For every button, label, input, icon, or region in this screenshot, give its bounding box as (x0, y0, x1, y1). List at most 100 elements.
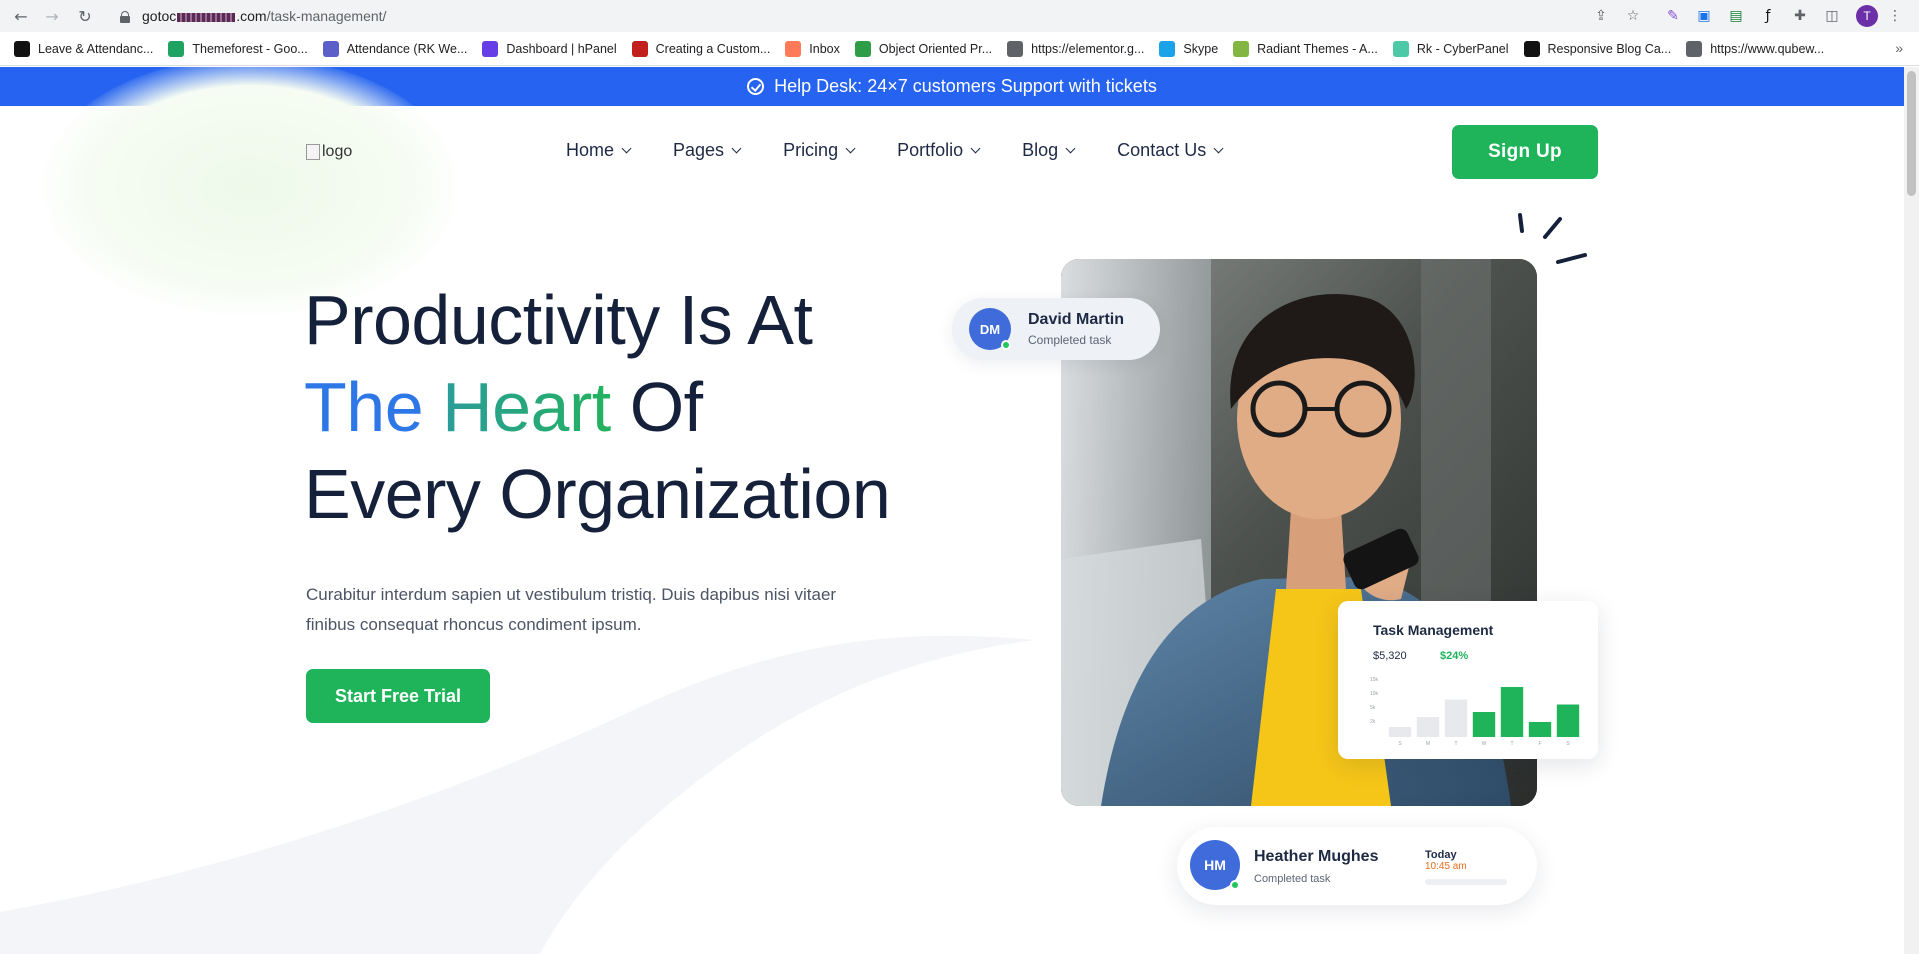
user-card-heather: HM Heather Mughes Completed task Today 1… (1177, 827, 1537, 905)
scrollbar-thumb[interactable] (1907, 71, 1916, 196)
activity-day: Today (1425, 849, 1457, 861)
nav-item-blog[interactable]: Blog (1022, 140, 1076, 161)
extension-feather-icon[interactable]: ✎ (1664, 7, 1682, 25)
hero-highlight-heart: Heart (442, 368, 611, 446)
bookmark-label: Skype (1183, 41, 1219, 56)
chart-bar (1388, 727, 1412, 737)
bookmark-label: Rk - CyberPanel (1416, 41, 1509, 56)
hero-highlight-the: The (304, 368, 424, 446)
bookmark-label: Responsive Blog Ca... (1547, 41, 1672, 56)
bookmark-item[interactable]: https://www.qubew... (1686, 40, 1825, 57)
chevron-down-icon (1065, 143, 1076, 154)
leaf-icon (854, 40, 871, 57)
chart-bar (1556, 704, 1580, 737)
bookmark-label: https://www.qubew... (1710, 41, 1825, 56)
chart-xtick-label: S (1566, 741, 1570, 747)
bookmarks-bar: Leave & Attendanc... Themeforest - Goo...… (0, 32, 1919, 66)
bookmark-item[interactable]: Inbox (785, 40, 840, 57)
bookmarks-overflow-icon[interactable]: » (1895, 40, 1903, 56)
start-free-trial-button[interactable]: Start Free Trial (306, 669, 490, 723)
logo-alt-text: logo (322, 143, 353, 160)
forward-icon[interactable]: → (41, 5, 63, 27)
lock-icon (120, 10, 130, 23)
hubspot-icon (785, 40, 802, 57)
chart-xtick-label: F (1538, 741, 1541, 747)
page-viewport: Help Desk: 24×7 customers Support with t… (0, 67, 1904, 954)
avatar: HM (1190, 840, 1240, 890)
bookmark-item[interactable]: Creating a Custom... (631, 40, 771, 57)
site-logo[interactable]: logo (306, 143, 352, 161)
bookmark-item[interactable]: https://elementor.g... (1007, 40, 1145, 57)
hero-title-line-2: The Heart Of (304, 364, 890, 451)
chart-xtick-label: T (1510, 741, 1513, 747)
chart-bar (1472, 712, 1496, 737)
nav-item-portfolio[interactable]: Portfolio (897, 140, 981, 161)
task-card-title: Task Management (1373, 622, 1494, 638)
profile-avatar[interactable]: T (1856, 5, 1878, 27)
nav-item-label: Pages (673, 140, 725, 160)
bookmark-label: Creating a Custom... (655, 41, 771, 56)
bookmark-item[interactable]: Responsive Blog Ca... (1523, 40, 1672, 57)
chart-xtick-label: S (1398, 741, 1402, 747)
background-wave (0, 635, 1035, 954)
nav-item-contact-us[interactable]: Contact Us (1117, 140, 1224, 161)
bookmark-item[interactable]: Themeforest - Goo... (168, 40, 308, 57)
chart-bar (1444, 699, 1468, 737)
chart-bar (1528, 722, 1552, 737)
chart-ytick-label: 2k (1370, 719, 1376, 725)
user-name: Heather Mughes (1254, 848, 1379, 865)
skype-icon (1159, 40, 1176, 57)
hero-title-line-3: Every Organization (304, 455, 891, 533)
nav-item-pricing[interactable]: Pricing (783, 140, 856, 161)
bookmark-item[interactable]: Leave & Attendanc... (14, 40, 154, 57)
user-name: David Martin (1028, 311, 1125, 328)
main-navigation: Home Pages Pricing Portfolio Blog Contact Us (566, 140, 1265, 161)
reload-icon[interactable]: ↻ (74, 5, 96, 27)
extensions-puzzle-icon[interactable]: ✚ (1791, 7, 1809, 25)
side-panel-icon[interactable]: ◫ (1823, 7, 1841, 25)
bookmark-red-icon (631, 40, 648, 57)
bookmark-item[interactable]: Attendance (RK We... (322, 40, 468, 57)
bookmark-item[interactable]: Skype (1159, 40, 1219, 57)
hostinger-icon (482, 40, 499, 57)
nav-item-label: Blog (1022, 140, 1059, 160)
share-icon[interactable]: ⇪ (1592, 7, 1610, 25)
hero-description: Curabitur interdum sapien ut vestibulum … (306, 585, 837, 634)
address-bar[interactable]: gotoc .com/task-management/ (108, 3, 1648, 29)
extension-window-icon[interactable]: ▣ (1695, 7, 1713, 25)
broken-image-icon (306, 144, 320, 160)
extension-green-icon[interactable]: ▤ (1727, 7, 1745, 25)
bookmark-label: Themeforest - Goo... (192, 41, 308, 56)
online-status-icon (1230, 880, 1240, 890)
chevron-down-icon (970, 143, 981, 154)
extension-font-icon[interactable]: ƒ (1759, 7, 1777, 25)
bookmark-label: Leave & Attendanc... (38, 41, 154, 56)
google-drive-icon (168, 40, 185, 57)
bookmark-label: Attendance (RK We... (346, 41, 468, 56)
codepen-icon (1523, 40, 1540, 57)
bookmark-item[interactable]: Dashboard | hPanel (482, 40, 617, 57)
back-icon[interactable]: ← (10, 5, 32, 27)
x-logo-icon (14, 40, 30, 57)
activity-progress-bar (1425, 879, 1507, 885)
page-scrollbar[interactable] (1904, 67, 1919, 954)
nav-item-home[interactable]: Home (566, 140, 632, 161)
nav-item-pages[interactable]: Pages (673, 140, 742, 161)
bookmark-label: Object Oriented Pr... (878, 41, 993, 56)
chart-xtick-label: M (1426, 741, 1430, 747)
nav-item-label: Pricing (783, 140, 839, 160)
bookmark-label: Radiant Themes - A... (1257, 41, 1378, 56)
sign-up-button[interactable]: Sign Up (1452, 125, 1598, 179)
task-management-card: Task Management $5,320 $24% 15k 10k 5k 2k S M… (1338, 601, 1598, 759)
url-text: gotoc .com/task-management/ (142, 8, 387, 24)
task-card-value: $5,320 (1373, 650, 1407, 662)
bookmark-label: Dashboard | hPanel (506, 41, 617, 56)
chart-ytick-label: 10k (1370, 691, 1379, 697)
bookmark-item[interactable]: Radiant Themes - A... (1233, 40, 1378, 57)
browser-menu-icon[interactable]: ⋮ (1886, 7, 1904, 25)
bookmark-label: https://elementor.g... (1031, 41, 1145, 56)
bookmark-item[interactable]: Object Oriented Pr... (854, 40, 993, 57)
bookmark-item[interactable]: Rk - CyberPanel (1392, 40, 1509, 57)
bookmark-star-icon[interactable]: ☆ (1624, 7, 1642, 25)
envato-icon (1233, 40, 1250, 57)
